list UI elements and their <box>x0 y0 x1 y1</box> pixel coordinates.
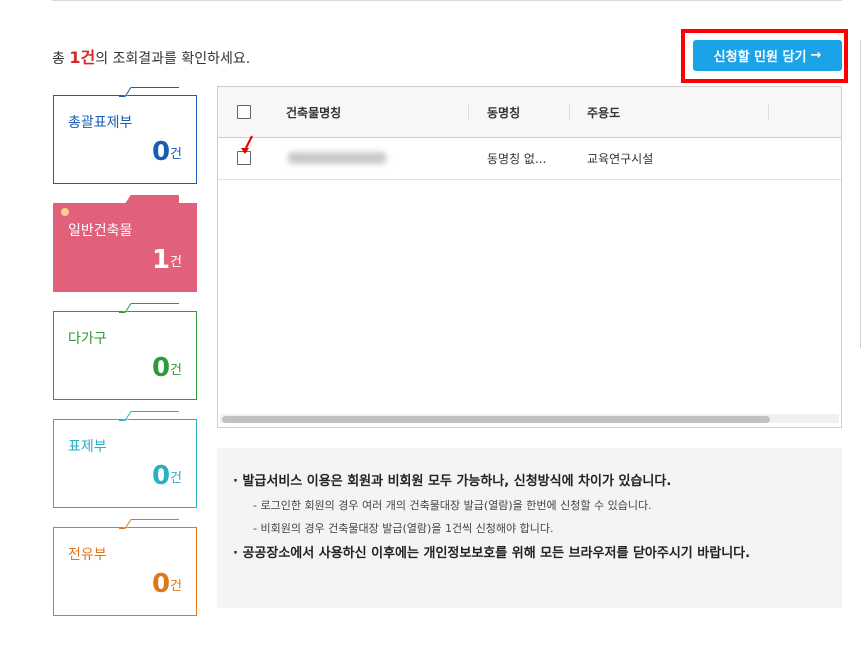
side-scroll-edge <box>860 40 865 348</box>
column-divider <box>468 104 469 120</box>
top-divider <box>52 0 842 1</box>
result-summary: 총 1건의 조회결과를 확인하세요. <box>52 44 250 68</box>
category-label: 전유부 <box>68 547 107 563</box>
category-card-title-section[interactable]: 표제부 0건 <box>53 411 197 508</box>
selected-dot-icon <box>61 208 69 216</box>
notice-sub-2: - 비회원의 경우 건축물대장 발급(열람)을 1건씩 신청해야 합니다. <box>253 522 554 535</box>
add-to-application-button[interactable]: 신청할 민원 담기 → <box>693 40 842 71</box>
notice-box: · 발급서비스 이용은 회원과 비회원 모두 가능하나, 신청방식에 차이가 있… <box>217 448 842 608</box>
category-card-chongwal[interactable]: 총괄표제부 0건 <box>53 87 197 184</box>
table-row[interactable]: 동명칭 없... 교육연구시설 <box>218 134 841 180</box>
category-label: 총괄표제부 <box>68 115 133 131</box>
category-count: 0건 <box>151 569 182 599</box>
card-tab-notch <box>119 519 179 529</box>
building-name-redacted <box>288 152 386 164</box>
column-header-building-name[interactable]: 건축물명칭 <box>286 104 341 121</box>
column-header-main-use[interactable]: 주용도 <box>587 104 620 121</box>
horizontal-scrollbar-thumb[interactable] <box>222 416 770 423</box>
card-tab-notch <box>119 195 179 205</box>
column-divider <box>768 104 769 120</box>
notice-main-1: · 발급서비스 이용은 회원과 비회원 모두 가능하나, 신청방식에 차이가 있… <box>233 474 672 489</box>
card-tab-notch <box>119 303 179 313</box>
select-all-checkbox[interactable] <box>237 105 251 119</box>
apply-button-label: 신청할 민원 담기 <box>713 50 807 65</box>
category-card-general-building[interactable]: 일반건축물 1건 <box>53 195 197 292</box>
notice-sub-1: - 로그인한 회원의 경우 여러 개의 건축물대장 발급(열람)을 한번에 신청… <box>253 499 652 512</box>
category-label: 일반건축물 <box>68 223 133 239</box>
result-prefix: 총 <box>52 51 65 67</box>
category-label: 표제부 <box>68 439 107 455</box>
column-divider <box>569 104 570 120</box>
category-label: 다가구 <box>68 331 107 347</box>
notice-main-2: · 공공장소에서 사용하신 이후에는 개인정보보호를 위해 모든 브라우저를 닫… <box>233 546 751 561</box>
category-count: 0건 <box>151 137 182 167</box>
result-count: 1건 <box>69 48 96 67</box>
main-use-cell: 교육연구시설 <box>587 152 654 166</box>
red-arrow-icon <box>240 134 256 160</box>
category-card-exclusive-section[interactable]: 전유부 0건 <box>53 519 197 616</box>
result-suffix: 의 조회결과를 확인하세요. <box>95 51 251 67</box>
category-count: 0건 <box>151 353 182 383</box>
results-table: 건축물명칭 동명칭 주용도 동명칭 없... 교육연구시설 <box>217 86 842 428</box>
card-tab-notch <box>119 87 179 97</box>
card-tab-notch <box>119 411 179 421</box>
category-count: 1건 <box>151 245 182 275</box>
table-header: 건축물명칭 동명칭 주용도 <box>218 87 841 138</box>
arrow-right-icon: → <box>810 48 822 63</box>
column-header-dong-name[interactable]: 동명칭 <box>487 104 520 121</box>
category-card-multi-family[interactable]: 다가구 0건 <box>53 303 197 400</box>
dong-name-cell: 동명칭 없... <box>487 152 547 166</box>
category-count: 0건 <box>151 461 182 491</box>
